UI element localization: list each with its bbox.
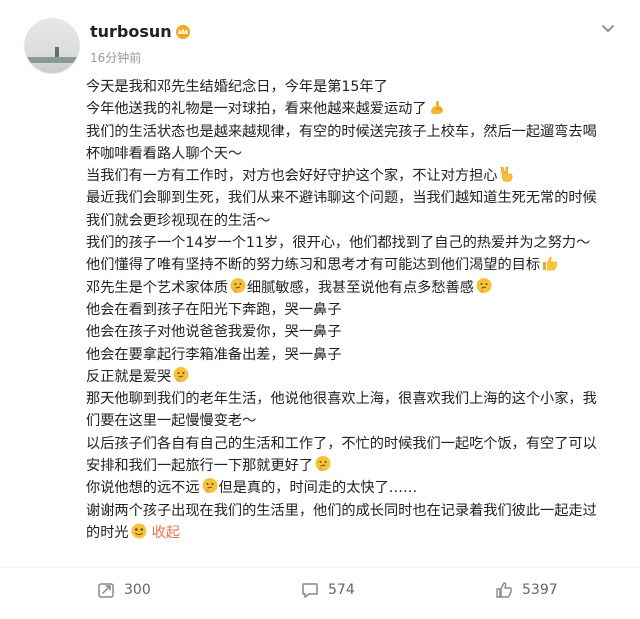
post-line: 我们的生活状态也是越来越规律，有空的时候送完孩子上校车，然后一起遛弯去喝 [86, 123, 597, 140]
post-line: 以后孩子们各自有自己的生活和工作了，不忙的时候我们一起吃个饭，有空了可以 [86, 435, 597, 452]
post-timestamp[interactable]: 16分钟前 [90, 49, 141, 66]
chevron-down-icon[interactable] [598, 18, 618, 38]
comment-icon [302, 583, 318, 598]
smiling-face-icon [131, 523, 147, 539]
post-line: 反正就是爱哭 [86, 366, 626, 388]
action-bar: 300 574 5397 [0, 570, 640, 610]
post-line: 们要在这里一起慢慢变老～ [86, 413, 257, 430]
like-count: 5397 [522, 582, 558, 598]
victory-hand-icon [501, 166, 513, 182]
flexed-biceps-icon [430, 101, 443, 115]
post-line: 杯咖啡看看路人聊个天～ [86, 145, 243, 162]
repost-button[interactable]: 300 [96, 578, 151, 602]
post-line: 邓先生是个艺术家体质 细腻敏感，我甚至说他有点多愁善感 [86, 277, 626, 299]
post-line: 当我们有一方有工作时，对方也会好好守护这个家，不让对方担心 [86, 165, 626, 187]
post-content: 今天是我和邓先生结婚纪念日，今年是第15年了 今年他送我的礼物是一对球拍，看来他… [86, 76, 626, 544]
like-button[interactable]: 5397 [494, 578, 558, 602]
thinking-face-icon [202, 478, 218, 494]
weibo-post-card: turbosun 16分钟前 今天是我和邓先生结婚纪念日，今年是第15年了 今年… [0, 0, 640, 619]
post-line: 他会在看到孩子在阳光下奔跑，哭一鼻子 [86, 301, 342, 318]
thumbs-up-icon [543, 256, 558, 271]
collapse-link[interactable]: 收起 [152, 525, 180, 541]
like-icon [496, 582, 512, 598]
post-line: 我们的孩子一个14岁一个11岁，很开心，他们都找到了自己的热爱并为之努力～ [86, 235, 591, 252]
post-line: 他会在孩子对他说爸爸我爱你，哭一鼻子 [86, 324, 342, 341]
post-line: 谢谢两个孩子出现在我们的生活里，他们的成长同时也在记录着我们彼此一起走过 [86, 502, 597, 519]
user-avatar[interactable] [24, 18, 80, 74]
post-line: 那天他聊到我们的老年生活，他说他很喜欢上海，很喜欢我们上海的这个小家，我 [86, 391, 597, 408]
comment-count: 574 [328, 582, 355, 598]
repost-count: 300 [124, 582, 151, 598]
post-line: 他会在要拿起行李箱准备出差，哭一鼻子 [86, 346, 342, 363]
post-line: 他们懂得了唯有坚持不断的努力练习和思考才有可能达到他们渴望的目标 [86, 254, 626, 276]
post-line: 今天是我和邓先生结婚纪念日，今年是第15年了 [86, 79, 388, 95]
comment-button[interactable]: 574 [300, 578, 355, 602]
thinking-face-icon [173, 366, 189, 382]
post-line: 的时光 收起 [86, 522, 626, 544]
repost-icon [98, 583, 114, 598]
username[interactable]: turbosun [90, 22, 172, 41]
post-line: 安排和我们一起旅行一下那就更好了 [86, 455, 626, 477]
thinking-face-icon [315, 456, 331, 472]
crown-icon [176, 25, 190, 39]
post-line: 最近我们会聊到生死，我们从来不避讳聊这个问题，当我们越知道生死无常的时候 [86, 190, 597, 207]
post-line: 我们就会更珍视现在的生活～ [86, 212, 271, 229]
post-line: 今年他送我的礼物是一对球拍，看来他越来越爱运动了 [86, 98, 626, 120]
thinking-face-icon [476, 277, 492, 293]
thinking-face-icon [230, 277, 246, 293]
divider [0, 567, 640, 568]
post-line: 你说他想的远不远 但是真的，时间走的太快了…… [86, 477, 626, 499]
